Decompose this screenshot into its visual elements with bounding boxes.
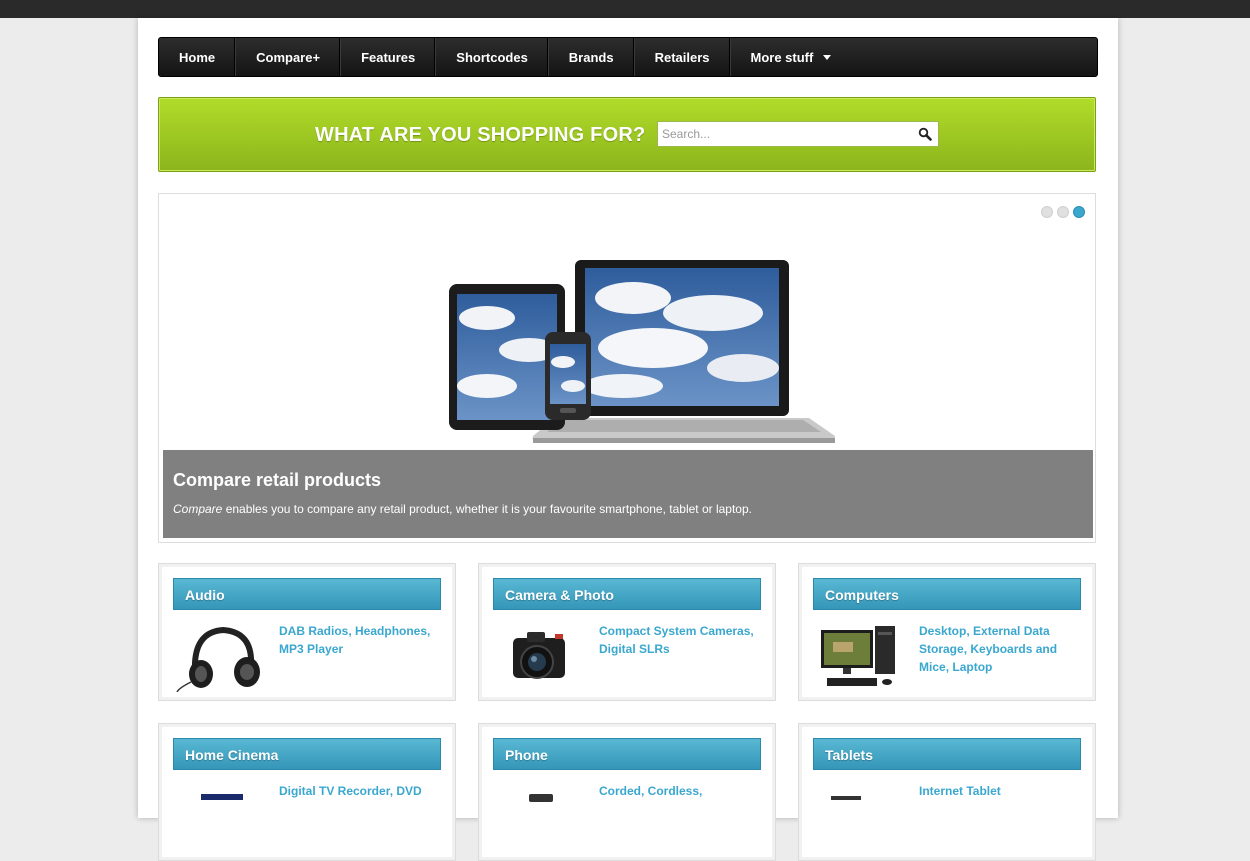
nav-features[interactable]: Features [341,38,437,76]
link-headphones[interactable]: Headphones [355,624,427,638]
nav-compare-label: Compare+ [256,49,321,65]
category-links-home-cinema: Digital TV Recorder, DVD [279,784,422,798]
category-audio: Audio DAB Radios, Headphones, MP3 Player [158,563,456,701]
phone-image [529,794,553,802]
nav-compare[interactable]: Compare+ [236,38,342,76]
tv-image [201,794,243,800]
nav-more-stuff-label: More stuff [750,49,814,65]
category-title-phone[interactable]: Phone [493,738,761,770]
caption-emphasis: Compare [173,502,223,516]
nav-home[interactable]: Home [159,38,237,76]
category-phone: Phone Corded, Cordless, [478,723,776,861]
main-nav: Home Compare+ Features Shortcodes Brands… [158,37,1098,77]
slide-caption-title: Compare retail products [173,470,382,490]
nav-brands[interactable]: Brands [549,38,635,76]
slide-caption: Compare retail products Compare enables … [163,450,1093,538]
category-links-computers: Desktop, External Data Storage, Keyboard… [919,624,1058,674]
category-links-camera-photo: Compact System Cameras, Digital SLRs [599,624,754,656]
nav-more-stuff[interactable]: More stuff [731,38,852,76]
desktop-computer-image [821,626,895,686]
category-links-audio: DAB Radios, Headphones, MP3 Player [279,624,431,656]
link-desktop[interactable]: Desktop [919,624,966,638]
chevron-down-icon [823,54,832,60]
top-bar [0,0,1250,18]
slider-dot-1[interactable] [1041,206,1053,218]
headphones-image [176,626,260,692]
nav-home-label: Home [179,49,216,65]
slider-dot-3[interactable] [1073,206,1085,218]
nav-shortcodes-label: Shortcodes [456,49,528,65]
link-compact-system-cameras[interactable]: Compact System Cameras [599,624,750,638]
search-input[interactable] [658,122,912,146]
dslr-camera-image [513,632,565,679]
slider-dot-2[interactable] [1057,206,1069,218]
nav-features-label: Features [361,49,416,65]
category-title-computers[interactable]: Computers [813,578,1081,610]
link-digital-tv-recorder[interactable]: Digital TV Recorder [279,784,390,798]
category-title-tablets[interactable]: Tablets [813,738,1081,770]
category-links-tablets: Internet Tablet [919,782,1079,800]
category-home-cinema: Home Cinema Digital TV Recorder, DVD [158,723,456,861]
category-links-phone: Corded, Cordless, [599,784,703,798]
nav-retailers-label: Retailers [654,49,710,65]
product-slider: Compare retail products Compare enables … [158,193,1096,543]
link-mp3-player[interactable]: MP3 Player [279,642,343,656]
category-tablets: Tablets Internet Tablet [798,723,1096,861]
link-dvd[interactable]: DVD [396,784,421,798]
page-container: Home Compare+ Features Shortcodes Brands… [138,18,1118,861]
category-title-audio[interactable]: Audio [173,578,441,610]
caption-body: enables you to compare any retail produc… [222,502,752,516]
nav-retailers[interactable]: Retailers [635,38,731,76]
devices-hero-image [449,260,835,443]
link-laptop[interactable]: Laptop [952,660,992,674]
search-icon[interactable] [918,127,932,141]
category-camera-photo: Camera & Photo Compact System Cameras, D… [478,563,776,701]
slide-caption-text: Compare enables you to compare any retai… [173,502,752,516]
slider-pagination [1041,206,1085,218]
search-banner-title: WHAT ARE YOU SHOPPING FOR? [315,124,646,146]
tablet-image [831,796,861,800]
link-digital-slrs[interactable]: Digital SLRs [599,642,670,656]
link-corded[interactable]: Corded [599,784,641,798]
link-internet-tablet[interactable]: Internet Tablet [919,784,1001,798]
slide: Compare retail products Compare enables … [163,198,1093,538]
search-box [657,121,939,147]
link-cordless[interactable]: Cordless [648,784,699,798]
link-dab-radios[interactable]: DAB Radios [279,624,348,638]
category-title-camera-photo[interactable]: Camera & Photo [493,578,761,610]
search-banner: WHAT ARE YOU SHOPPING FOR? [158,97,1096,172]
category-computers: Computers Desktop, External Data Storage… [798,563,1096,701]
category-title-home-cinema[interactable]: Home Cinema [173,738,441,770]
nav-brands-label: Brands [568,49,614,65]
nav-shortcodes[interactable]: Shortcodes [436,38,549,76]
